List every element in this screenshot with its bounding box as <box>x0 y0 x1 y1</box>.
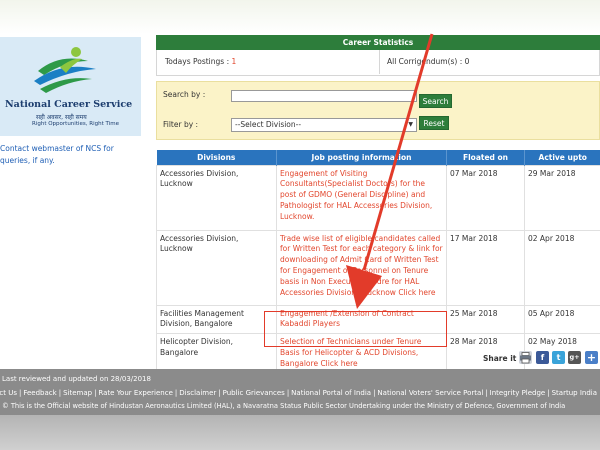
printer-glyph-icon <box>520 352 531 364</box>
footer-link-integrity[interactable]: Integrity Pledge <box>490 389 546 397</box>
logo-title: National Career Service <box>5 99 133 110</box>
cell-division: Accessories Division, Lucknow <box>156 229 277 306</box>
table-row: Accessories Division, Lucknow Trade wise… <box>156 229 600 306</box>
ncs-logo[interactable]: National Career Service सही अवसर, सही सम… <box>0 37 141 136</box>
print-icon[interactable] <box>519 351 532 364</box>
footer-link-disclaimer[interactable]: Disclaimer <box>179 389 216 397</box>
cell-division: Facilities Management Division, Bangalor… <box>156 304 277 335</box>
cell-active-upto: 02 Apr 2018 <box>524 229 600 306</box>
addthis-icon[interactable]: + <box>585 351 598 364</box>
ncs-emblem-icon <box>34 47 96 93</box>
cell-floated-on: 17 Mar 2018 <box>446 229 525 306</box>
division-select-value: --Select Division-- <box>235 120 302 129</box>
contact-webmaster-link[interactable]: Contact webmaster of NCS for queries, if… <box>0 143 145 167</box>
last-reviewed-text: Last reviewed and updated on 28/03/2018 <box>2 375 151 383</box>
footer-link-national-portal[interactable]: National Portal of India <box>291 389 371 397</box>
reset-button[interactable]: Reset <box>419 116 449 130</box>
footer-link-rate[interactable]: Rate Your Experience <box>98 389 172 397</box>
logo-hindi-tagline: सही अवसर, सही समय <box>36 114 87 121</box>
footer-link-feedback[interactable]: Feedback <box>23 389 56 397</box>
search-by-label: Search by : <box>163 90 206 99</box>
corrigendum-count: All Corrigendum(s) : 0 <box>387 57 470 66</box>
bottom-blurred-band <box>0 415 600 450</box>
cell-active-upto: 29 Mar 2018 <box>524 164 600 231</box>
top-blurred-band <box>0 0 600 34</box>
cell-active-upto: 05 Apr 2018 <box>524 304 600 335</box>
cell-division: Helicopter Division, Bangalore <box>156 333 277 375</box>
table-header-row: Divisions Job posting information Floate… <box>156 150 600 165</box>
footer-link-contact[interactable]: Contact Us <box>0 389 17 397</box>
google-plus-icon[interactable]: g+ <box>568 351 581 364</box>
footer-link-startup[interactable]: Startup India <box>552 389 597 397</box>
cell-floated-on: 07 Mar 2018 <box>446 164 525 231</box>
annotation-highlight-box <box>264 311 447 347</box>
column-header-divisions: Divisions <box>156 150 277 165</box>
stats-divider <box>379 50 380 74</box>
filter-by-label: Filter by : <box>163 120 199 129</box>
cell-job-link[interactable]: Trade wise list of eligible candidates c… <box>276 229 447 306</box>
share-label: Share it : <box>483 354 522 363</box>
column-header-job-info: Job posting information <box>276 150 447 165</box>
footer-links: Contact Us|Feedback|Sitemap|Rate Your Ex… <box>0 389 597 397</box>
footer-link-grievances[interactable]: Public Grievances <box>223 389 285 397</box>
division-select[interactable]: --Select Division-- ▼ <box>231 118 417 132</box>
footer-link-voters-portal[interactable]: National Voters' Service Portal <box>377 389 483 397</box>
todays-postings-label: Todays Postings : <box>165 57 232 66</box>
logo-tagline: Right Opportunities, Right Time <box>32 121 119 127</box>
chevron-down-icon: ▼ <box>408 121 413 128</box>
footer-link-sitemap[interactable]: Sitemap <box>63 389 92 397</box>
table-row: Accessories Division, Lucknow Engagement… <box>156 164 600 231</box>
cell-floated-on: 25 Mar 2018 <box>446 304 525 335</box>
todays-postings-count[interactable]: 1 <box>231 57 236 66</box>
search-input[interactable] <box>231 90 417 102</box>
cell-division: Accessories Division, Lucknow <box>156 164 277 231</box>
column-header-floated-on: Floated on <box>446 150 525 165</box>
search-button[interactable]: Search <box>419 94 452 108</box>
career-statistics-row: Todays Postings : 1 All Corrigendum(s) :… <box>156 50 600 76</box>
career-statistics-header: Career Statistics <box>156 35 600 50</box>
twitter-icon[interactable]: t <box>552 351 565 364</box>
todays-postings: Todays Postings : 1 <box>165 50 236 74</box>
official-website-text: © This is the Official website of Hindus… <box>2 402 566 410</box>
search-panel: Search by : Search Filter by : --Select … <box>156 81 600 140</box>
facebook-icon[interactable]: f <box>536 351 549 364</box>
cell-job-link[interactable]: Engagement of Visiting Consultants(Speci… <box>276 164 447 231</box>
column-header-active-upto: Active upto <box>524 150 600 165</box>
